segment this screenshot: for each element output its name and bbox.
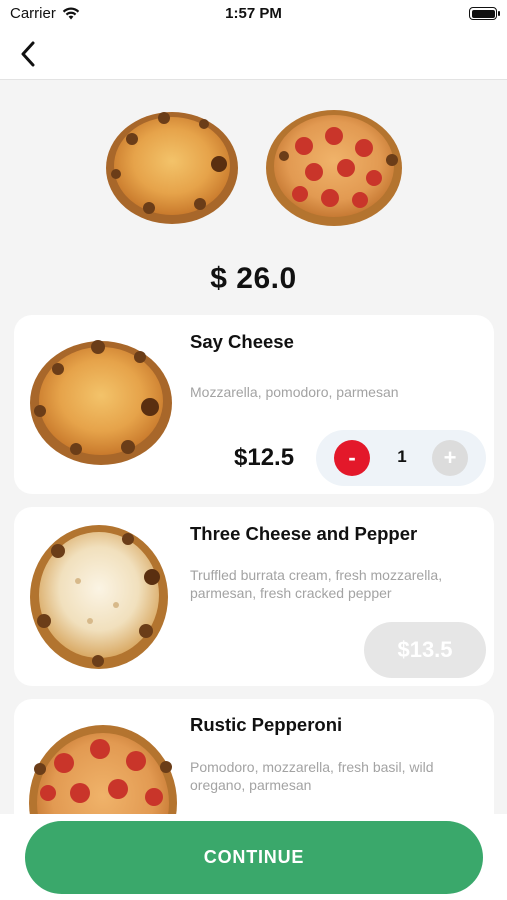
back-button[interactable]: [10, 36, 46, 72]
pepperoni-pizza-image: [266, 110, 402, 226]
increment-button[interactable]: +: [432, 440, 468, 476]
nav-bar: [0, 28, 507, 80]
quantity-value: 1: [397, 447, 407, 466]
status-bar: Carrier 1:57 PM: [0, 0, 507, 28]
total-price: $ 26.0: [210, 262, 297, 295]
chevron-left-icon: [21, 41, 35, 67]
battery-icon: [469, 7, 500, 20]
clock: 1:57 PM: [225, 5, 282, 22]
item-description: Mozzarella, pomodoro, parmesan: [190, 384, 399, 400]
bottom-bar: CONTINUE: [0, 814, 507, 900]
add-item-button[interactable]: $13.5: [364, 622, 486, 678]
white-pizza-image: [30, 525, 168, 669]
continue-button[interactable]: CONTINUE: [25, 821, 483, 894]
item-title: Three Cheese and Pepper: [190, 523, 418, 544]
decrement-button[interactable]: -: [334, 440, 370, 476]
cheese-pizza-image: [106, 112, 238, 224]
quantity-stepper: - 1 +: [316, 430, 486, 486]
order-summary: $ 26.0: [0, 80, 507, 310]
pepperoni-pizza-image: [29, 725, 177, 823]
menu-item-card[interactable]: Three Cheese and Pepper Truffled burrata…: [14, 507, 494, 686]
item-price: $12.5: [234, 444, 295, 471]
item-description: Truffled burrata cream, fresh mozzarella…: [190, 567, 443, 601]
menu-item-card[interactable]: Say Cheese Mozzarella, pomodoro, parmesa…: [14, 315, 494, 494]
cheese-pizza-image: [30, 340, 172, 465]
item-description: Pomodoro, mozzarella, fresh basil, wild …: [190, 759, 434, 793]
item-title: Say Cheese: [190, 331, 294, 352]
item-title: Rustic Pepperoni: [190, 714, 343, 735]
